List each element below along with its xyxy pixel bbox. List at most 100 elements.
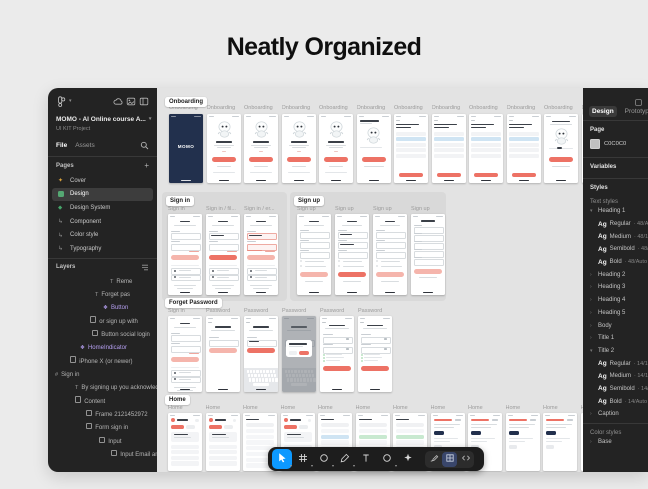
frame-robot[interactable] <box>244 114 278 183</box>
tab-design[interactable]: Design <box>589 106 617 117</box>
frame-signin[interactable] <box>168 214 202 295</box>
frame-name[interactable]: Onboarding <box>394 105 429 111</box>
frame-signin[interactable] <box>168 316 202 392</box>
layer-item[interactable]: iPhone X (or newer) <box>48 356 157 369</box>
move-tool[interactable]: ▾ <box>272 449 292 469</box>
frame-name[interactable]: Sign in / fil... <box>206 206 241 212</box>
layer-item[interactable]: ❖HomeIndicator <box>48 342 157 355</box>
text-style-variant[interactable]: AgMedium· 14/14 <box>590 370 641 383</box>
frame-password-filled[interactable] <box>320 316 354 392</box>
file-title-chevron-icon[interactable]: ▾ <box>149 117 152 122</box>
frame-name[interactable]: Sign in <box>168 206 203 212</box>
frame-signup-filled[interactable] <box>335 214 369 295</box>
layer-item[interactable]: TBy signing up you acknowled <box>48 382 157 395</box>
chevron-down-icon[interactable]: ▾ <box>290 464 292 468</box>
frame-name[interactable]: Home <box>281 405 316 411</box>
app-logo-icon[interactable] <box>56 96 66 107</box>
frame-password[interactable] <box>206 316 240 392</box>
frame-signup[interactable] <box>297 214 331 295</box>
text-style-group[interactable]: ›Heading 2 <box>590 268 641 281</box>
frame-quiz[interactable] <box>469 114 503 183</box>
text-style-group[interactable]: ›Caption <box>590 408 641 421</box>
frame-signup-long[interactable] <box>411 214 445 295</box>
variables-label[interactable]: Variables <box>590 164 641 170</box>
text-tool[interactable] <box>356 449 376 469</box>
frame-name[interactable]: Sign up <box>297 206 332 212</box>
canvas[interactable]: OnboardingOnboardingMOMOOnboardingOnboar… <box>157 88 583 472</box>
chevron-down-icon[interactable]: ▾ <box>69 99 72 104</box>
frame-quiz[interactable] <box>432 114 466 183</box>
frame-splash[interactable]: MOMO <box>169 114 203 183</box>
draw-mode-button[interactable] <box>426 452 441 467</box>
frame-signup[interactable] <box>373 214 407 295</box>
frame-name[interactable]: Sign up <box>335 206 370 212</box>
section-label-chip[interactable]: Onboarding <box>165 97 207 107</box>
layer-item[interactable]: Form sign in <box>48 422 157 435</box>
frame-name[interactable]: Home <box>393 405 428 411</box>
page-item[interactable]: Design <box>52 188 153 202</box>
text-style-group[interactable]: ▾Heading 1 <box>590 205 641 218</box>
frame-robot[interactable] <box>282 114 316 183</box>
tab-assets[interactable]: Assets <box>75 142 95 149</box>
layer-item[interactable]: Button social login <box>48 329 157 342</box>
window-icon[interactable] <box>635 93 642 111</box>
frame-robot-alt[interactable] <box>357 114 391 183</box>
image-icon[interactable] <box>126 97 136 106</box>
chevron-icon[interactable]: › <box>590 335 598 341</box>
frame-name[interactable]: Onboarding <box>544 105 579 111</box>
color-swatch[interactable] <box>590 139 600 149</box>
frame-home-a[interactable] <box>168 413 202 471</box>
search-icon[interactable] <box>140 141 149 150</box>
frame-quiz[interactable] <box>394 114 428 183</box>
chevron-icon[interactable]: › <box>590 272 598 278</box>
page-color-value[interactable]: C0C0C0 <box>604 141 626 147</box>
frame-name[interactable]: Onboarding <box>244 105 279 111</box>
frame-name[interactable]: Home <box>543 405 578 411</box>
frame-name[interactable]: Onboarding <box>357 105 392 111</box>
frame-name[interactable]: Password <box>282 308 317 314</box>
section-label-chip[interactable]: Forget Password <box>165 298 222 308</box>
text-style-group[interactable]: ›Heading 3 <box>590 281 641 294</box>
frame-password-modal[interactable] <box>282 316 316 392</box>
frame-robot2[interactable] <box>544 114 578 183</box>
text-style-variant[interactable]: AgRegular· 14/155 <box>590 357 641 370</box>
frame-name[interactable]: Onboarding <box>282 105 317 111</box>
frame-signin-error[interactable] <box>244 214 278 295</box>
text-style-group[interactable]: ›Body <box>590 319 641 332</box>
frame-name[interactable]: Sign in <box>168 308 203 314</box>
text-style-group[interactable]: ›Title 1 <box>590 332 641 345</box>
layer-item[interactable]: Input <box>48 436 157 449</box>
chevron-icon[interactable]: › <box>590 297 598 303</box>
page-item[interactable]: ↳Color style <box>52 228 153 242</box>
frame-home-c[interactable] <box>543 413 577 471</box>
color-style-group[interactable]: ›Base <box>590 436 641 449</box>
tab-file[interactable]: File <box>56 142 67 149</box>
chevron-down-icon[interactable]: ▾ <box>311 464 313 468</box>
frame-name[interactable]: Home <box>468 405 503 411</box>
section-label-chip[interactable]: Sign in <box>166 196 194 206</box>
frame-name[interactable]: Onboarding <box>507 105 542 111</box>
frame-name[interactable]: Home <box>243 405 278 411</box>
frame-name[interactable]: Home <box>168 405 203 411</box>
page-item[interactable]: ◆Design System <box>52 201 153 215</box>
layer-item[interactable]: Frame 2121452972 <box>48 409 157 422</box>
code-button[interactable] <box>458 452 473 467</box>
file-title[interactable]: MOMO - AI Online course A... <box>56 116 146 123</box>
frame-name[interactable]: Onboarding <box>319 105 354 111</box>
chevron-icon[interactable]: ▾ <box>590 208 598 214</box>
frame-home-a[interactable] <box>206 413 240 471</box>
frame-signin-filled[interactable] <box>206 214 240 295</box>
text-style-variant[interactable]: AgRegular· 48/Au <box>590 218 641 231</box>
frame-name[interactable]: Password <box>206 308 241 314</box>
text-style-variant[interactable]: AgSemibold· 14/1 <box>590 383 641 396</box>
page-item[interactable]: ↳Typography <box>52 242 153 256</box>
frame-robot[interactable] <box>207 114 241 183</box>
section-label-chip[interactable]: Home <box>165 395 190 405</box>
frame-name[interactable]: Home <box>356 405 391 411</box>
layer-item[interactable]: or sign up with <box>48 316 157 329</box>
actions-tool[interactable] <box>398 449 418 469</box>
frame-name[interactable]: Password <box>358 308 393 314</box>
chevron-down-icon[interactable]: ▾ <box>332 464 334 468</box>
text-style-variant[interactable]: AgMedium· 48/12 <box>590 230 641 243</box>
chevron-icon[interactable]: ▾ <box>590 348 598 354</box>
